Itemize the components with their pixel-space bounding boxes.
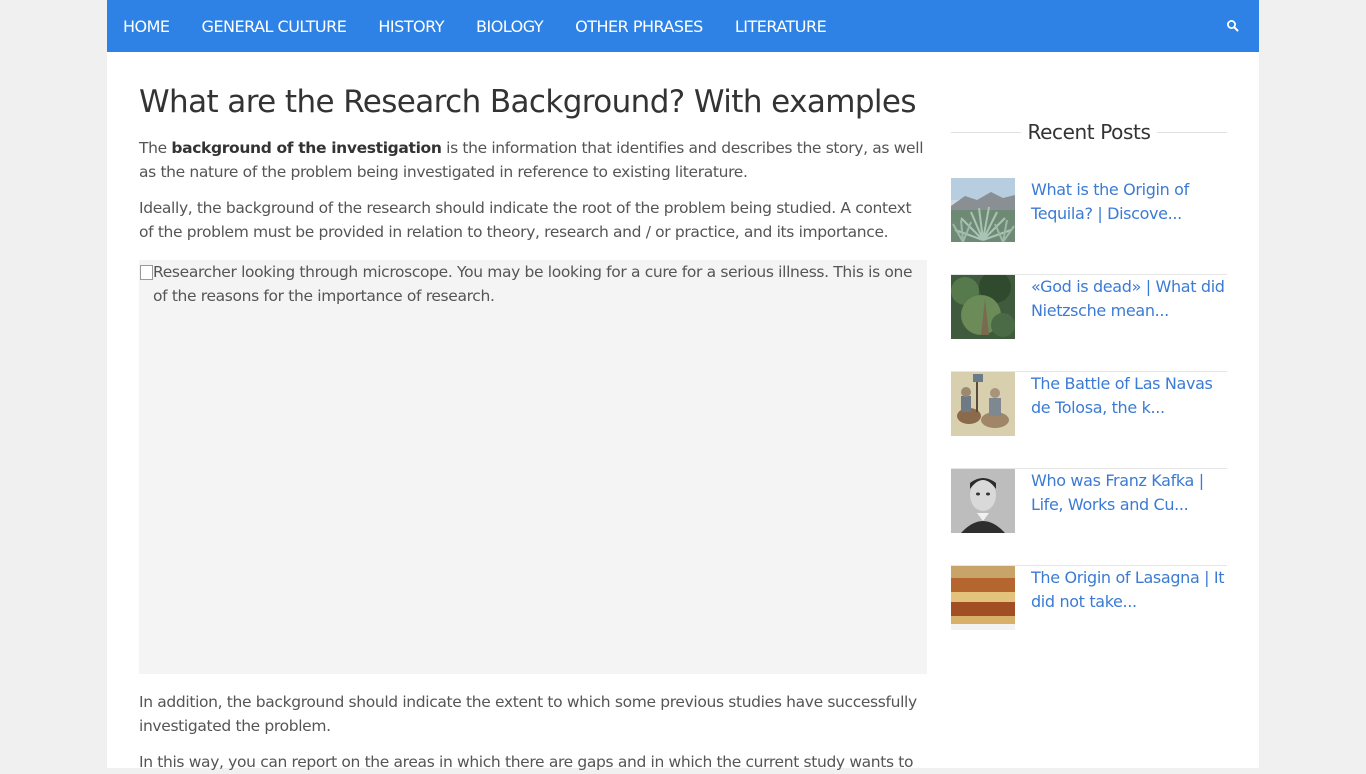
- p1-text-start: The: [139, 139, 172, 157]
- p1-bold-term: background of the investigation: [171, 139, 442, 157]
- article-paragraph-1: The background of the investigation is t…: [139, 136, 927, 184]
- recent-post-link[interactable]: The Origin of Lasagna | It did not take.…: [1031, 566, 1227, 614]
- search-icon[interactable]: [1225, 18, 1241, 34]
- knights-thumb[interactable]: [951, 372, 1015, 436]
- recent-posts-header: Recent Posts: [951, 116, 1227, 148]
- agave-thumb[interactable]: [951, 178, 1015, 242]
- recent-post-link[interactable]: Who was Franz Kafka | Life, Works and Cu…: [1031, 469, 1227, 517]
- broken-image-icon: [139, 264, 153, 280]
- recent-post-item[interactable]: «God is dead» | What did Nietzsche mean.…: [951, 275, 1227, 372]
- recent-post-item[interactable]: The Battle of Las Navas de Tolosa, the k…: [951, 372, 1227, 469]
- article-content: What are the Research Background? With e…: [139, 82, 927, 774]
- forest-thumb[interactable]: [951, 275, 1015, 339]
- header-divider-left: [951, 132, 1021, 133]
- lasagna-thumb[interactable]: [951, 566, 1015, 630]
- recent-posts-list: What is the Origin of Tequila? | Discove…: [951, 178, 1227, 663]
- recent-post-item[interactable]: What is the Origin of Tequila? | Discove…: [951, 178, 1227, 275]
- image-alt-text: Researcher looking through microscope. Y…: [153, 263, 913, 305]
- recent-post-link[interactable]: What is the Origin of Tequila? | Discove…: [1031, 178, 1227, 226]
- nav-item-general-culture[interactable]: GENERAL CULTURE: [202, 17, 347, 36]
- recent-post-item[interactable]: The Origin of Lasagna | It did not take.…: [951, 566, 1227, 663]
- article-title: What are the Research Background? With e…: [139, 84, 917, 120]
- recent-post-link[interactable]: The Battle of Las Navas de Tolosa, the k…: [1031, 372, 1227, 420]
- nav-item-other-phrases[interactable]: OTHER PHRASES: [575, 17, 703, 36]
- article-paragraph-3: In addition, the background should indic…: [139, 693, 917, 735]
- header-divider-right: [1157, 132, 1227, 133]
- nav-item-history[interactable]: HISTORY: [378, 17, 444, 36]
- nav-item-home[interactable]: HOME: [123, 17, 170, 36]
- recent-post-link[interactable]: «God is dead» | What did Nietzsche mean.…: [1031, 275, 1227, 323]
- article-image-broken: Researcher looking through microscope. Y…: [139, 260, 927, 674]
- nav-item-literature[interactable]: LITERATURE: [735, 17, 827, 36]
- portrait-thumb[interactable]: [951, 469, 1015, 533]
- article-paragraph-4: In this way, you can report on the areas…: [139, 753, 914, 771]
- sidebar: Recent Posts What is the Origin of Tequi…: [951, 116, 1227, 663]
- recent-post-item[interactable]: Who was Franz Kafka | Life, Works and Cu…: [951, 469, 1227, 566]
- top-navbar: HOME GENERAL CULTURE HISTORY BIOLOGY OTH…: [107, 0, 1259, 52]
- nav-menu: HOME GENERAL CULTURE HISTORY BIOLOGY OTH…: [107, 0, 1259, 52]
- site-container: HOME GENERAL CULTURE HISTORY BIOLOGY OTH…: [107, 0, 1259, 771]
- nav-item-biology[interactable]: BIOLOGY: [476, 17, 544, 36]
- article-paragraph-2: Ideally, the background of the research …: [139, 199, 912, 241]
